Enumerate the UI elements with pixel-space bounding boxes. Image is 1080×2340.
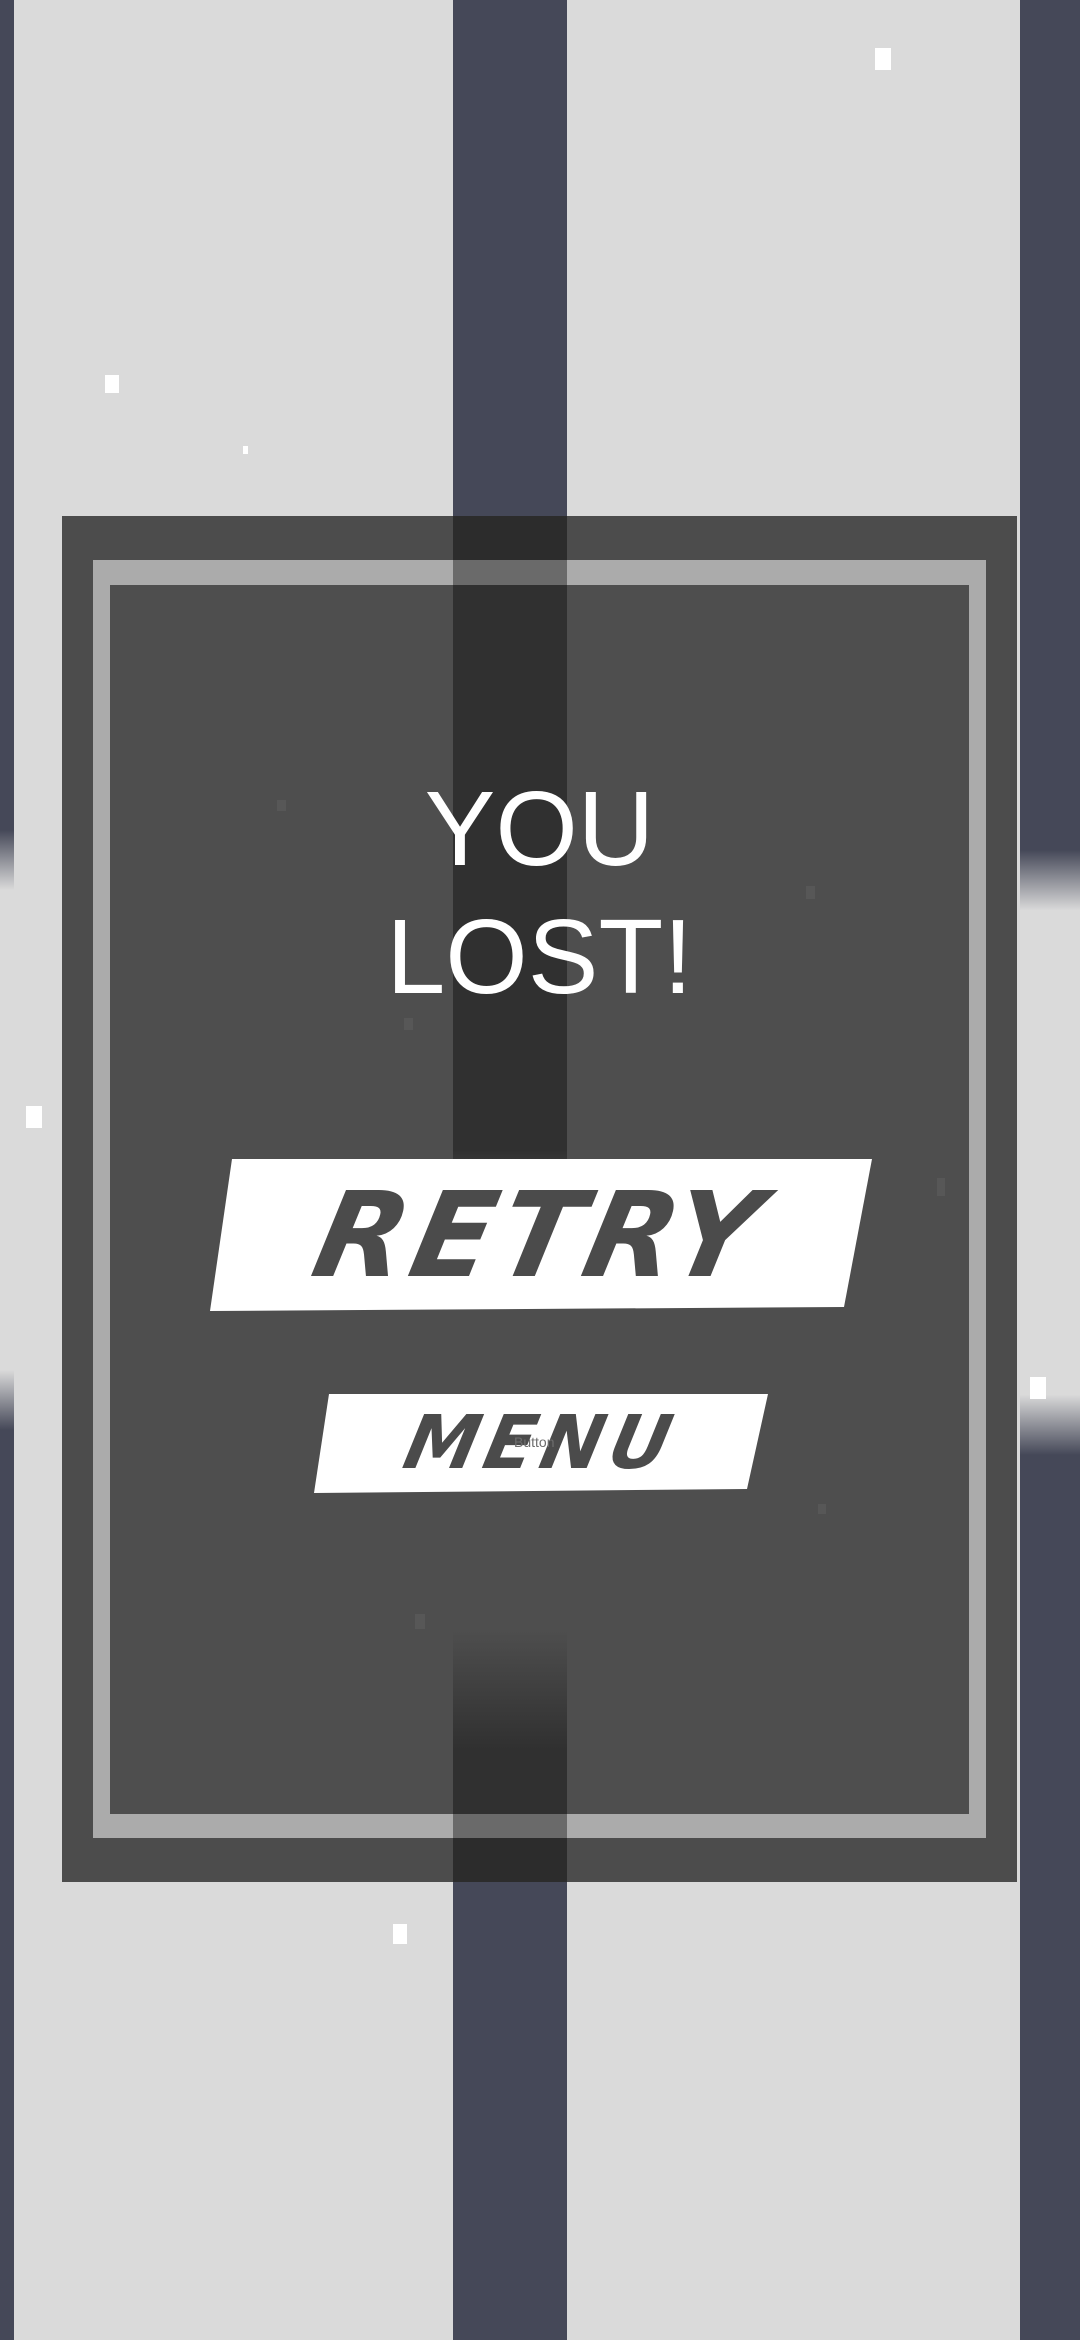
particle [26,1106,42,1128]
particle [243,446,248,454]
background-glow-left [0,830,14,1430]
retry-button[interactable]: RETRY [210,1158,872,1311]
particle [1030,1377,1046,1399]
dust-particle [937,1178,945,1196]
dust-particle [818,1504,826,1514]
menu-button-caption: Button [514,1434,555,1450]
particle [105,375,119,393]
background-glow-right [1020,850,1080,1455]
particle [875,48,891,70]
game-over-title: YOU LOST! [110,765,969,1021]
title-line-you: YOU [424,770,655,888]
retry-button-label: RETRY [302,1165,780,1304]
particle [393,1924,407,1944]
dust-particle [415,1614,425,1629]
title-line-lost: LOST! [386,898,693,1016]
